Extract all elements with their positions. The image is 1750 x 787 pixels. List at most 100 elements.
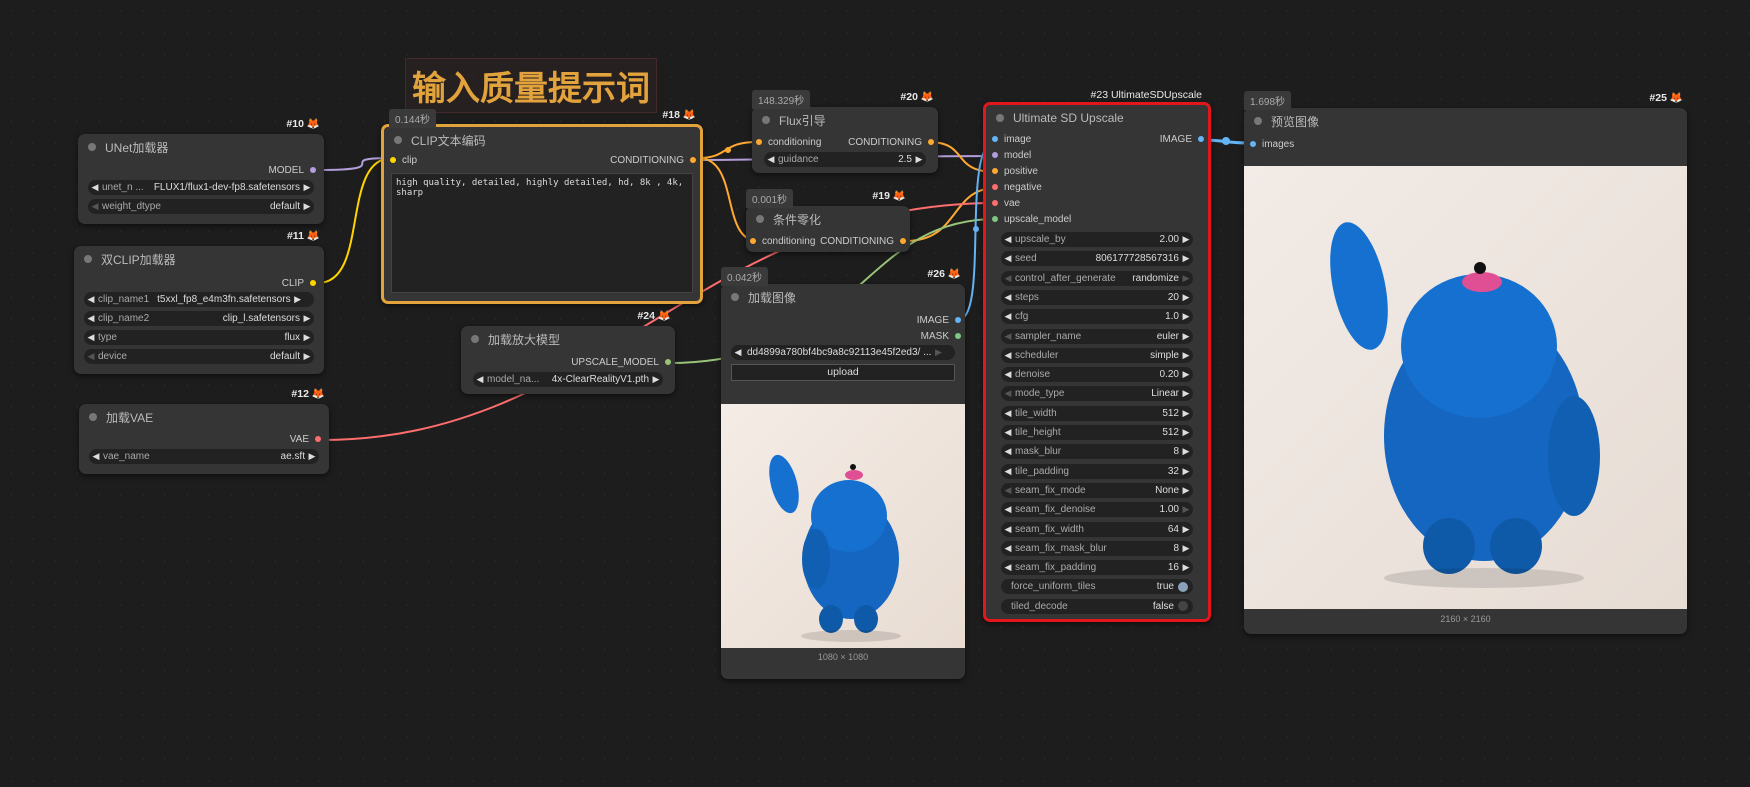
- widget-model-name[interactable]: ◀ model_na... 4x-ClearRealityV1.pth ▶: [473, 372, 663, 387]
- arrow-right-icon[interactable]: ▶: [1179, 331, 1193, 342]
- collapse-dot-icon[interactable]: [731, 293, 739, 301]
- widget-vae-name[interactable]: ◀ vae_name ae.sft ▶: [89, 449, 319, 464]
- arrow-right-icon[interactable]: ▶: [1179, 253, 1193, 264]
- widget-upscale-by[interactable]: ◀ upscale_by 2.00 ▶: [1001, 232, 1193, 247]
- arrow-right-icon[interactable]: ▶: [1179, 350, 1193, 361]
- output-port-conditioning[interactable]: [928, 139, 934, 146]
- node-dual-clip-loader[interactable]: #11 🦊 双CLIP加载器 CLIP ◀ clip_name1 t5xxl_fp8_…: [74, 230, 324, 374]
- node-preview-image[interactable]: 1.698秒 #25 🦊 预览图像 images 2160 × 2160: [1244, 91, 1687, 634]
- widget-unet-name[interactable]: ◀ unet_n ... FLUX1/flux1-dev-fp8.safetenso…: [88, 180, 314, 195]
- input-port-clip[interactable]: [390, 157, 396, 164]
- toggle-knob-icon[interactable]: [1178, 601, 1188, 612]
- widget-seam-fix-mask-blur[interactable]: ◀ seam_fix_mask_blur 8 ▶: [1001, 540, 1193, 556]
- node-load-image[interactable]: 0.042秒 #26 🦊 加载图像 IMAGE MASK ◀ dd4899a780b…: [721, 267, 965, 679]
- input-port-conditioning[interactable]: [756, 139, 762, 146]
- arrow-left-icon[interactable]: ◀: [1001, 562, 1015, 573]
- widget-image-file[interactable]: ◀ dd4899a780bf4bc9a8c92113e45f2ed3/ ... ▶: [731, 345, 955, 360]
- arrow-left-icon[interactable]: ◀: [1001, 485, 1015, 496]
- widget-denoise[interactable]: ◀ denoise 0.20 ▶: [1001, 367, 1193, 383]
- node-unet-loader[interactable]: #10 🦊 UNet加载器 MODEL ◀ unet_n ... FLUX1/flux…: [78, 118, 324, 224]
- arrow-left-icon[interactable]: ◀: [1001, 408, 1015, 419]
- input-port-positive[interactable]: [992, 168, 998, 175]
- output-port-mask[interactable]: [955, 333, 961, 340]
- node-flux-guidance[interactable]: 148.329秒 #20 🦊 Flux引导 conditioning CONDIT…: [752, 90, 938, 173]
- input-model[interactable]: model: [992, 150, 1031, 161]
- arrow-right-icon[interactable]: ▶: [1179, 562, 1193, 573]
- arrow-left-icon[interactable]: ◀: [1001, 331, 1015, 342]
- prompt-textarea[interactable]: high quality, detailed, highly detailed,…: [391, 173, 693, 293]
- arrow-right-icon[interactable]: ▶: [1179, 466, 1193, 477]
- widget-seed[interactable]: ◀ seed 806177728567316 ▶: [1001, 251, 1193, 267]
- collapse-dot-icon[interactable]: [394, 136, 402, 144]
- widget-seam-fix-mode[interactable]: ◀ seam_fix_mode None ▶: [1001, 482, 1193, 498]
- widget-cfg[interactable]: ◀ cfg 1.0 ▶: [1001, 309, 1193, 325]
- collapse-dot-icon[interactable]: [756, 215, 764, 223]
- node-vae-loader[interactable]: #12 🦊 加载VAE VAE ◀ vae_name ae.sft ▶: [79, 388, 329, 474]
- output-port-model[interactable]: [310, 167, 316, 174]
- node-upscale-model-loader[interactable]: #24 🦊 加载放大模型 UPSCALE_MODEL ◀ model_na... 4x…: [461, 310, 675, 394]
- widget-tile-height[interactable]: ◀ tile_height 512 ▶: [1001, 425, 1193, 440]
- arrow-left-icon[interactable]: ◀: [1001, 427, 1015, 438]
- arrow-right-icon[interactable]: ▶: [1179, 408, 1193, 419]
- input-port-model[interactable]: [992, 152, 998, 159]
- group-title-note[interactable]: 输入质量提示词: [405, 58, 657, 113]
- arrow-right-icon[interactable]: ▶: [1179, 504, 1193, 515]
- arrow-right-icon[interactable]: ▶: [1179, 234, 1193, 245]
- input-port-vae[interactable]: [992, 200, 998, 207]
- widget-clip-name1[interactable]: ◀ clip_name1 t5xxl_fp8_e4m3fn.safetensors ▶: [84, 292, 314, 307]
- arrow-left-icon[interactable]: ◀: [1001, 369, 1015, 380]
- arrow-right-icon[interactable]: ▶: [1179, 524, 1193, 535]
- arrow-right-icon[interactable]: ▶: [1179, 292, 1193, 303]
- widget-type[interactable]: ◀ type flux ▶: [84, 330, 314, 345]
- arrow-right-icon[interactable]: ▶: [1179, 273, 1193, 284]
- arrow-right-icon[interactable]: ▶: [1179, 427, 1193, 438]
- input-port-conditioning[interactable]: [750, 238, 756, 245]
- arrow-left-icon[interactable]: ◀: [1001, 234, 1015, 245]
- collapse-dot-icon[interactable]: [84, 255, 92, 263]
- widget-control-after-generate[interactable]: ◀ control_after_generate randomize ▶: [1001, 270, 1193, 286]
- widget-seam-fix-denoise[interactable]: ◀ seam_fix_denoise 1.00 ▶: [1001, 502, 1193, 518]
- arrow-left-icon[interactable]: ◀: [1001, 292, 1015, 303]
- output-port-vae[interactable]: [315, 436, 321, 443]
- output-port-conditioning[interactable]: [900, 238, 906, 245]
- collapse-dot-icon[interactable]: [762, 116, 770, 124]
- input-port-images[interactable]: [1250, 141, 1256, 148]
- arrow-left-icon[interactable]: ◀: [1001, 253, 1015, 264]
- input-positive[interactable]: positive: [992, 166, 1038, 177]
- output-port-conditioning[interactable]: [690, 157, 696, 164]
- arrow-left-icon[interactable]: ◀: [1001, 388, 1015, 399]
- arrow-left-icon[interactable]: ◀: [1001, 311, 1015, 322]
- toggle-tiled-decode[interactable]: tiled_decode false: [1001, 598, 1193, 614]
- output-port-upscale-model[interactable]: [665, 359, 671, 366]
- widget-device[interactable]: ◀ device default ▶: [84, 349, 314, 364]
- widget-guidance[interactable]: ◀ guidance 2.5 ▶: [764, 152, 926, 167]
- toggle-force-uniform-tiles[interactable]: force_uniform_tiles true: [1001, 579, 1193, 595]
- input-image[interactable]: image: [992, 134, 1031, 145]
- output-port-image[interactable]: [955, 317, 961, 324]
- input-upscale-model[interactable]: upscale_model: [992, 214, 1071, 225]
- arrow-right-icon[interactable]: ▶: [1179, 543, 1193, 554]
- widget-sampler-name[interactable]: ◀ sampler_name euler ▶: [1001, 328, 1193, 344]
- collapse-dot-icon[interactable]: [1254, 117, 1262, 125]
- widget-scheduler[interactable]: ◀ scheduler simple ▶: [1001, 347, 1193, 363]
- arrow-right-icon[interactable]: ▶: [1179, 446, 1193, 457]
- toggle-knob-icon[interactable]: [1178, 581, 1188, 592]
- output-port-clip[interactable]: [310, 280, 316, 287]
- widget-seam-fix-padding[interactable]: ◀ seam_fix_padding 16 ▶: [1001, 560, 1193, 576]
- arrow-right-icon[interactable]: ▶: [1179, 485, 1193, 496]
- widget-mask-blur[interactable]: ◀ mask_blur 8 ▶: [1001, 444, 1193, 460]
- arrow-left-icon[interactable]: ◀: [1001, 466, 1015, 477]
- arrow-left-icon[interactable]: ◀: [1001, 350, 1015, 361]
- node-ultimate-sd-upscale[interactable]: #23 UltimateSDUpscale Ultimate SD Upscal…: [983, 89, 1211, 622]
- collapse-dot-icon[interactable]: [471, 335, 479, 343]
- arrow-right-icon[interactable]: ▶: [1179, 311, 1193, 322]
- widget-mode-type[interactable]: ◀ mode_type Linear ▶: [1001, 386, 1193, 402]
- collapse-dot-icon[interactable]: [996, 114, 1004, 122]
- widget-tile-width[interactable]: ◀ tile_width 512 ▶: [1001, 405, 1193, 421]
- upload-button[interactable]: upload: [731, 364, 955, 381]
- input-negative[interactable]: negative: [992, 182, 1042, 193]
- arrow-left-icon[interactable]: ◀: [1001, 504, 1015, 515]
- widget-clip-name2[interactable]: ◀ clip_name2 clip_l.safetensors ▶: [84, 311, 314, 326]
- widget-weight-dtype[interactable]: ◀ weight_dtype default ▶: [88, 199, 314, 214]
- output-port-image[interactable]: [1198, 136, 1204, 143]
